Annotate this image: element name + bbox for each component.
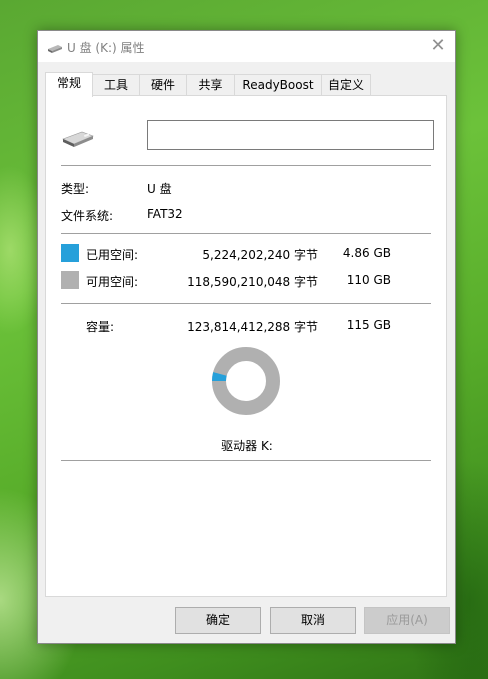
file-system-label: 文件系统: bbox=[61, 209, 114, 223]
file-system-value: FAT32 bbox=[147, 207, 183, 221]
tab-label: 硬件 bbox=[150, 78, 175, 92]
tab-label: 工具 bbox=[103, 78, 128, 92]
capacity-size: 115 GB bbox=[346, 318, 391, 332]
divider bbox=[61, 460, 431, 461]
cancel-button[interactable]: 取消 bbox=[270, 607, 356, 634]
apply-button[interactable]: 应用(A) bbox=[364, 607, 450, 634]
free-space-ring bbox=[212, 347, 280, 415]
used-space-size: 4.86 GB bbox=[342, 246, 391, 260]
close-button[interactable]: ✕ bbox=[421, 31, 455, 62]
type-label: 类型: bbox=[61, 182, 90, 196]
properties-dialog: U 盘 (K:) 属性 ✕ 常规 工具 硬件 共享 ReadyBoost 自定义… bbox=[37, 30, 456, 644]
title-bar[interactable]: U 盘 (K:) 属性 ✕ bbox=[38, 31, 455, 62]
capacity-bytes: 123,814,412,288 字节 bbox=[187, 320, 318, 334]
free-space-swatch bbox=[61, 271, 79, 289]
used-space-bytes: 5,224,202,240 字节 bbox=[202, 248, 318, 262]
window-title: U 盘 (K:) 属性 bbox=[67, 41, 145, 55]
close-icon: ✕ bbox=[430, 35, 446, 56]
type-value: U 盘 bbox=[147, 182, 172, 196]
divider bbox=[61, 233, 431, 234]
tab-label: 自定义 bbox=[327, 78, 364, 92]
divider bbox=[61, 165, 431, 166]
used-space-label: 已用空间: bbox=[86, 248, 139, 262]
usb-drive-icon bbox=[62, 130, 94, 151]
tab-general[interactable]: 常规 bbox=[45, 72, 93, 97]
free-space-size: 110 GB bbox=[346, 273, 391, 287]
ok-button[interactable]: 确定 bbox=[175, 607, 261, 634]
tab-label: 共享 bbox=[198, 78, 223, 92]
used-space-swatch bbox=[61, 244, 79, 262]
tab-customize[interactable]: 自定义 bbox=[321, 74, 371, 96]
drive-letter-label: 驱动器 K: bbox=[221, 439, 273, 453]
tab-sharing[interactable]: 共享 bbox=[186, 74, 235, 96]
divider bbox=[61, 303, 431, 304]
free-space-bytes: 118,590,210,048 字节 bbox=[187, 275, 318, 289]
capacity-label: 容量: bbox=[86, 320, 115, 334]
tab-label: ReadyBoost bbox=[242, 78, 314, 92]
general-panel: 类型: U 盘 文件系统: FAT32 已用空间: 5,224,202,240 … bbox=[45, 95, 447, 597]
free-space-label: 可用空间: bbox=[86, 275, 139, 289]
usage-donut-chart bbox=[212, 347, 280, 415]
drive-name-input[interactable] bbox=[147, 120, 434, 150]
tab-tools[interactable]: 工具 bbox=[92, 74, 140, 96]
tab-hardware[interactable]: 硬件 bbox=[139, 74, 187, 96]
tab-readyboost[interactable]: ReadyBoost bbox=[234, 74, 322, 96]
usb-drive-icon bbox=[47, 42, 63, 56]
tab-label: 常规 bbox=[56, 76, 81, 90]
